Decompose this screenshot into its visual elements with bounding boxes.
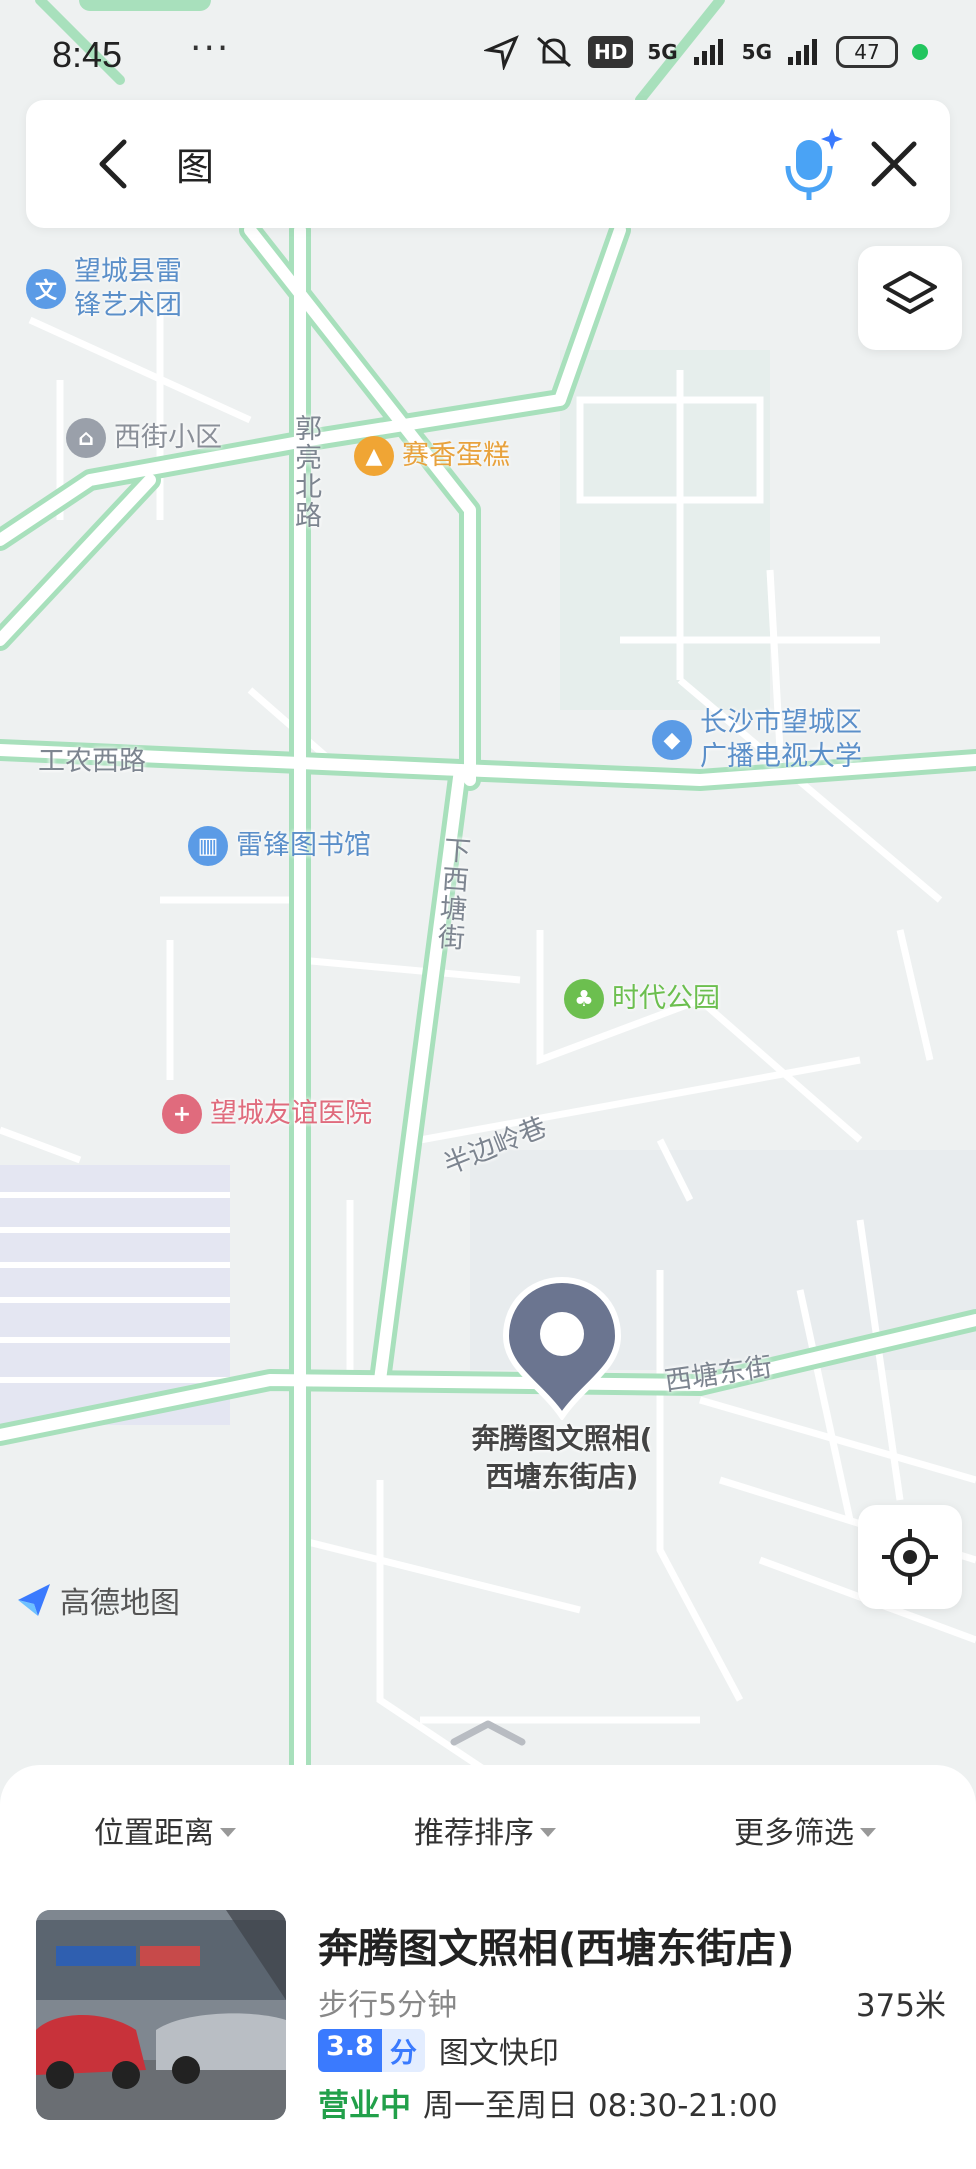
filter-more-label: 更多筛选 bbox=[734, 1816, 854, 1851]
park-icon: ♣ bbox=[564, 979, 604, 1019]
logo-text: 高德地图 bbox=[60, 1586, 180, 1621]
poi-label: 赛香蛋糕 bbox=[402, 440, 510, 471]
score-unit: 分 bbox=[381, 2028, 425, 2072]
school-icon: ◆ bbox=[652, 720, 692, 760]
status-time: 8:45 bbox=[52, 34, 123, 75]
hours-row: 营业中 周一至周日 08:30-21:00 bbox=[318, 2080, 778, 2125]
back-icon[interactable] bbox=[86, 134, 146, 194]
filter-more[interactable]: 更多筛选 bbox=[734, 1808, 876, 1852]
poi-library[interactable]: ▥ 雷锋图书馆 bbox=[188, 826, 371, 866]
map-canvas[interactable]: 文 望城县雷 锋艺术团 ⌂ 西街小区 ▲ 赛香蛋糕 ◆ 长沙市望城区 广播电视大… bbox=[0, 0, 976, 1800]
signal-1: 5G bbox=[647, 40, 678, 64]
filter-sort-label: 推荐排序 bbox=[414, 1816, 534, 1851]
poi-xijie[interactable]: ⌂ 西街小区 bbox=[66, 418, 222, 458]
search-bar: 图 bbox=[26, 100, 950, 228]
layers-button[interactable] bbox=[858, 246, 962, 350]
culture-icon: 文 bbox=[26, 269, 66, 309]
road-label-gongnong: 工农西路 bbox=[38, 746, 146, 777]
marker-label: 奔腾图文照相( 西塘东街店) bbox=[471, 1422, 653, 1493]
location-marker-icon[interactable] bbox=[500, 1276, 624, 1420]
privacy-dot bbox=[912, 44, 928, 60]
signal-2: 5G bbox=[741, 40, 772, 64]
poi-label: 望城县雷 锋艺术团 bbox=[74, 256, 182, 321]
poi-label: 西街小区 bbox=[114, 422, 222, 453]
map-logo: 高德地图 bbox=[14, 1578, 180, 1622]
filter-distance[interactable]: 位置距离 bbox=[94, 1808, 236, 1852]
signal-bars-icon bbox=[693, 39, 723, 65]
filter-bar: 位置距离 推荐排序 更多筛选 bbox=[0, 1808, 976, 1852]
poi-label: 长沙市望城区 广播电视大学 bbox=[700, 707, 862, 772]
caret-down-icon bbox=[540, 1827, 556, 1837]
hd-badge: HD bbox=[587, 36, 634, 68]
storefront-image bbox=[36, 1910, 286, 2120]
signal-bars-icon bbox=[788, 39, 817, 65]
result-card[interactable]: 奔腾图文照相(西塘东街店) 步行5分钟 375米 3.8 分 图文快印 营业中 … bbox=[36, 1910, 946, 2125]
expand-handle-icon[interactable] bbox=[446, 1712, 530, 1752]
poi-park[interactable]: ♣ 时代公园 bbox=[564, 979, 720, 1019]
voice-assistant-mic-icon[interactable] bbox=[776, 126, 846, 202]
locate-me-button[interactable] bbox=[858, 1505, 962, 1609]
layers-icon bbox=[883, 271, 937, 314]
status-icons: HD 5G 5G 47 bbox=[483, 34, 928, 70]
poi-label: 雷锋图书馆 bbox=[236, 830, 371, 861]
score-badge: 3.8 分 bbox=[318, 2028, 425, 2072]
distance: 375米 bbox=[855, 1988, 946, 2024]
score-value: 3.8 bbox=[318, 2028, 382, 2072]
road-label-guoliang: 郭亮北路 bbox=[290, 414, 321, 530]
close-icon[interactable] bbox=[864, 134, 924, 194]
status-bar: 8:45 ··· HD 5G 5G 47 bbox=[0, 0, 976, 110]
poi-tv-university[interactable]: ◆ 长沙市望城区 广播电视大学 bbox=[652, 706, 862, 774]
cake-icon: ▲ bbox=[354, 436, 394, 476]
location-arrow-icon bbox=[483, 35, 519, 70]
hospital-icon: + bbox=[162, 1094, 202, 1134]
walk-time: 步行5分钟 bbox=[318, 1988, 458, 2023]
poi-label: 望城友谊医院 bbox=[210, 1098, 372, 1129]
residence-icon: ⌂ bbox=[66, 418, 106, 458]
poi-label: 时代公园 bbox=[612, 983, 720, 1014]
status-more-icon: ··· bbox=[190, 28, 231, 69]
battery-indicator: 47 bbox=[836, 36, 898, 68]
road-label-xiaxitang: 下西塘街 bbox=[431, 835, 472, 953]
category-label: 图文快印 bbox=[438, 2036, 559, 2071]
mute-bell-icon bbox=[536, 36, 571, 68]
crosshair-icon bbox=[882, 1529, 938, 1585]
filter-distance-label: 位置距离 bbox=[94, 1816, 214, 1851]
poi-art-troupe[interactable]: 文 望城县雷 锋艺术团 bbox=[26, 255, 182, 323]
rating-row: 3.8 分 图文快印 bbox=[318, 2028, 559, 2072]
amap-logo-icon bbox=[18, 1584, 50, 1616]
open-status: 营业中 bbox=[318, 2088, 411, 2124]
poi-hospital[interactable]: + 望城友谊医院 bbox=[162, 1094, 372, 1134]
shop-photo bbox=[36, 1910, 286, 2120]
result-title[interactable]: 奔腾图文照相(西塘东街店) bbox=[318, 1916, 795, 1974]
poi-cake[interactable]: ▲ 赛香蛋糕 bbox=[354, 436, 510, 476]
caret-down-icon bbox=[220, 1827, 236, 1837]
filter-sort[interactable]: 推荐排序 bbox=[414, 1808, 556, 1852]
business-hours: 周一至周日 08:30-21:00 bbox=[423, 2088, 778, 2124]
library-icon: ▥ bbox=[188, 826, 228, 866]
caret-down-icon bbox=[860, 1827, 876, 1837]
search-input[interactable]: 图 bbox=[176, 136, 214, 191]
